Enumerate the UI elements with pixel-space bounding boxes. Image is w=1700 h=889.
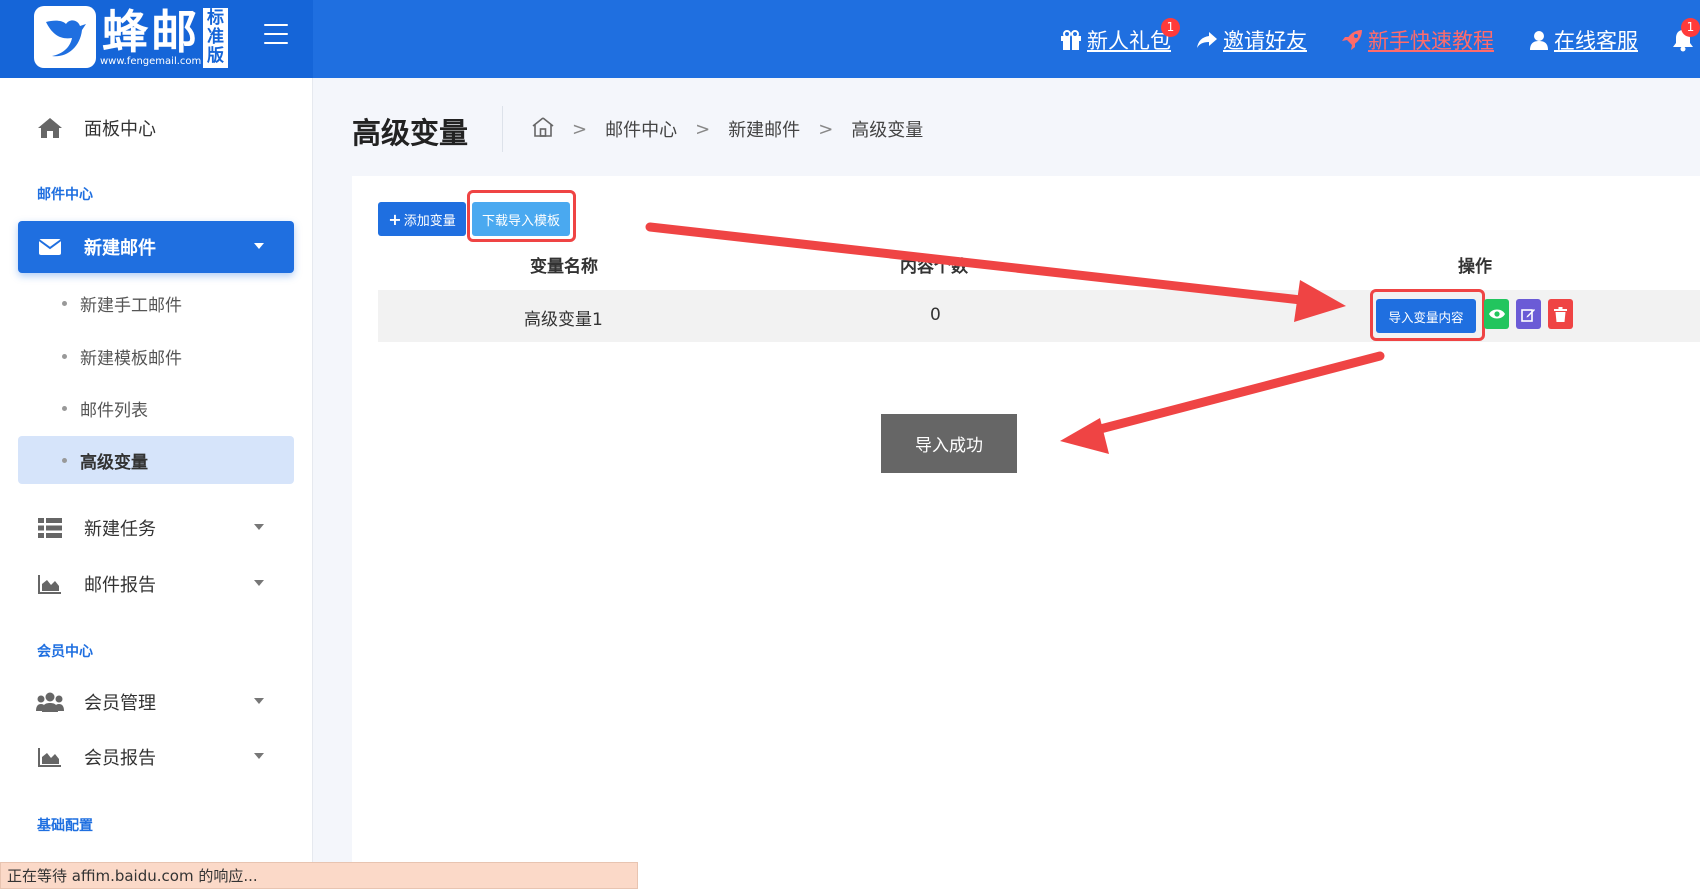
add-variable-button[interactable]: + 添加变量 [378, 202, 466, 236]
trash-icon [1554, 306, 1567, 322]
gift-badge: 1 [1161, 18, 1180, 37]
envelope-icon [36, 235, 64, 259]
chevron-down-icon [254, 753, 264, 759]
section-title-member-center: 会员中心 [37, 644, 93, 660]
sidebar-item-member-report[interactable]: 会员报告 [18, 731, 294, 783]
topnav-support-label: 在线客服 [1554, 29, 1638, 53]
breadcrumb-item-new-mail[interactable]: 新建邮件 [728, 116, 800, 142]
plus-icon: + [388, 209, 402, 229]
section-title-mail-center: 邮件中心 [37, 187, 93, 203]
sidebar-item-new-task[interactable]: 新建任务 [18, 502, 294, 554]
breadcrumb: > 邮件中心 > 新建邮件 > 高级变量 [532, 116, 923, 142]
topnav-gift[interactable]: 新人礼包 [1060, 22, 1171, 58]
sidebar-item-label: 面板中心 [84, 119, 156, 140]
toast-message: 导入成功 [881, 414, 1017, 473]
user-icon [1530, 31, 1548, 50]
edit-button[interactable] [1516, 299, 1541, 329]
view-button[interactable] [1484, 299, 1509, 329]
sidebar-subitem-label: 邮件列表 [80, 400, 148, 421]
sidebar-item-dashboard[interactable]: 面板中心 [18, 102, 294, 154]
content-card [352, 176, 1700, 889]
users-icon [36, 690, 64, 714]
top-bar: 蜂邮 www.fengemail.com 标准版 新人礼包 1 邀请好友 新手快… [0, 0, 1700, 78]
logo-edition: 标准版 [203, 8, 228, 68]
share-icon [1197, 32, 1217, 48]
list-icon [36, 516, 64, 540]
section-title-basic-config: 基础配置 [37, 818, 93, 834]
topnav-tutorial[interactable]: 新手快速教程 [1341, 22, 1494, 58]
rocket-icon [1342, 30, 1362, 50]
sidebar-subitem-label: 新建手工邮件 [80, 295, 182, 316]
column-header-name: 变量名称 [530, 257, 598, 277]
area-chart-icon [36, 572, 64, 596]
column-header-actions: 操作 [1458, 257, 1492, 277]
sidebar-subitem-template-mail[interactable]: 新建模板邮件 [18, 332, 294, 380]
column-header-count: 内容个数 [900, 257, 968, 277]
delete-button[interactable] [1548, 299, 1573, 329]
chevron-down-icon [254, 580, 264, 586]
add-variable-label: 添加变量 [403, 213, 456, 229]
chevron-down-icon [254, 524, 264, 530]
annotation-highlight-import [1370, 289, 1485, 341]
topnav-tutorial-label: 新手快速教程 [1368, 29, 1494, 53]
logo-bird-icon [34, 6, 96, 68]
home-icon [36, 116, 64, 140]
area-chart-icon [36, 745, 64, 769]
sidebar-item-label: 会员管理 [84, 693, 156, 714]
edit-icon [1521, 308, 1535, 322]
topnav-invite[interactable]: 邀请好友 [1196, 22, 1307, 58]
notification-badge: 1 [1681, 18, 1700, 37]
home-icon[interactable] [532, 116, 554, 142]
gift-icon [1061, 30, 1081, 50]
sidebar-item-new-mail[interactable]: 新建邮件 [18, 221, 294, 273]
breadcrumb-item-current: 高级变量 [851, 120, 924, 141]
sidebar-item-label: 新建任务 [84, 519, 156, 540]
breadcrumb-item-mail-center[interactable]: 邮件中心 [605, 116, 677, 142]
logo-name: 蜂邮 [102, 5, 200, 59]
eye-icon [1488, 309, 1505, 319]
sidebar-item-member-manage[interactable]: 会员管理 [18, 676, 294, 728]
logo-url: www.fengemail.com [100, 56, 202, 67]
sidebar-subitem-label: 高级变量 [80, 452, 148, 473]
page-title: 高级变量 [352, 116, 469, 150]
chevron-down-icon [254, 698, 264, 704]
sidebar-subitem-label: 新建模板邮件 [80, 348, 182, 369]
menu-toggle-icon[interactable] [264, 24, 288, 44]
title-divider [502, 106, 503, 152]
cell-variable-name: 高级变量1 [524, 310, 603, 330]
topnav-gift-label: 新人礼包 [1087, 29, 1171, 53]
sidebar-subitem-manual-mail[interactable]: 新建手工邮件 [18, 279, 294, 327]
breadcrumb-separator: > [695, 118, 711, 140]
sidebar-item-label: 邮件报告 [84, 575, 156, 596]
sidebar-subitem-advanced-variables[interactable]: 高级变量 [18, 436, 294, 484]
annotation-highlight-download [467, 190, 576, 242]
sidebar-item-mail-report[interactable]: 邮件报告 [18, 558, 294, 610]
browser-status-bar: 正在等待 affim.baidu.com 的响应... [0, 862, 638, 889]
cell-content-count: 0 [930, 305, 941, 325]
breadcrumb-separator: > [572, 118, 588, 140]
topnav-support[interactable]: 在线客服 [1529, 22, 1638, 58]
breadcrumb-separator: > [818, 118, 834, 140]
sidebar-item-label: 会员报告 [84, 748, 156, 769]
topnav-invite-label: 邀请好友 [1223, 29, 1307, 53]
sidebar-subitem-mail-list[interactable]: 邮件列表 [18, 384, 294, 432]
chevron-down-icon [254, 243, 264, 249]
sidebar-item-label: 新建邮件 [84, 238, 156, 259]
